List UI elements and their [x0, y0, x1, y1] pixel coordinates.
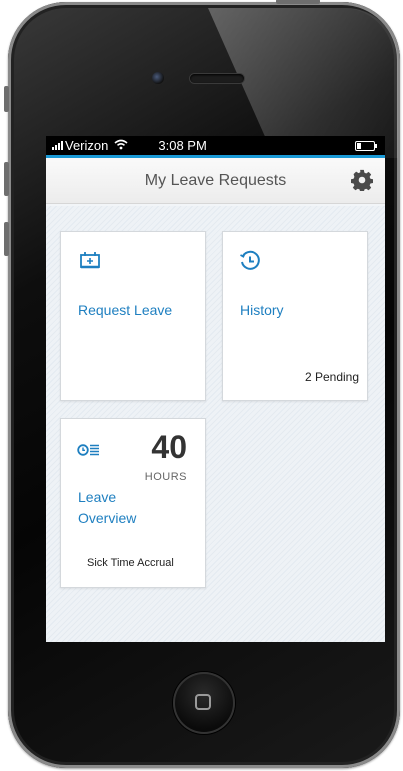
wifi-icon	[114, 139, 128, 153]
leave-overview-label-line1: Leave	[78, 489, 117, 505]
home-square-icon	[195, 694, 211, 710]
leave-hours-unit: HOURS	[144, 471, 187, 483]
pending-count: 2 Pending	[304, 370, 359, 384]
leave-hours-value: 40	[151, 429, 187, 465]
clock-list-icon	[77, 444, 99, 456]
front-camera	[152, 72, 164, 84]
screen: Verizon 3:08 PM My Leave Requests Reques…	[46, 136, 385, 642]
signal-icon	[52, 141, 63, 150]
dashboard-content: Request Leave History 2 Pending 40 HOURS…	[46, 206, 385, 642]
request-leave-label: Request Leave	[78, 302, 173, 318]
earpiece-speaker	[190, 74, 244, 83]
volume-down-button	[4, 222, 9, 256]
power-button	[276, 0, 320, 4]
leave-overview-tile[interactable]: 40 HOURS Leave Overview Sick Time Accrua…	[60, 418, 206, 588]
sick-time-accrual-label: Sick Time Accrual	[87, 557, 174, 569]
calendar-add-icon	[80, 252, 100, 269]
history-label: History	[240, 302, 284, 318]
status-bar: Verizon 3:08 PM	[46, 136, 385, 158]
silent-switch	[4, 86, 9, 112]
battery-icon	[355, 140, 377, 151]
gear-icon[interactable]	[351, 169, 373, 191]
carrier-name: Verizon	[65, 138, 109, 153]
leave-overview-label-line2: Overview	[78, 510, 137, 526]
status-time: 3:08 PM	[158, 138, 207, 153]
page-title: My Leave Requests	[144, 171, 287, 189]
home-button[interactable]	[173, 672, 235, 734]
volume-up-button	[4, 162, 9, 196]
request-leave-tile[interactable]: Request Leave	[60, 231, 206, 401]
history-tile[interactable]: History 2 Pending	[222, 231, 368, 401]
app-header: My Leave Requests	[46, 158, 385, 204]
clock-history-icon	[240, 250, 260, 270]
